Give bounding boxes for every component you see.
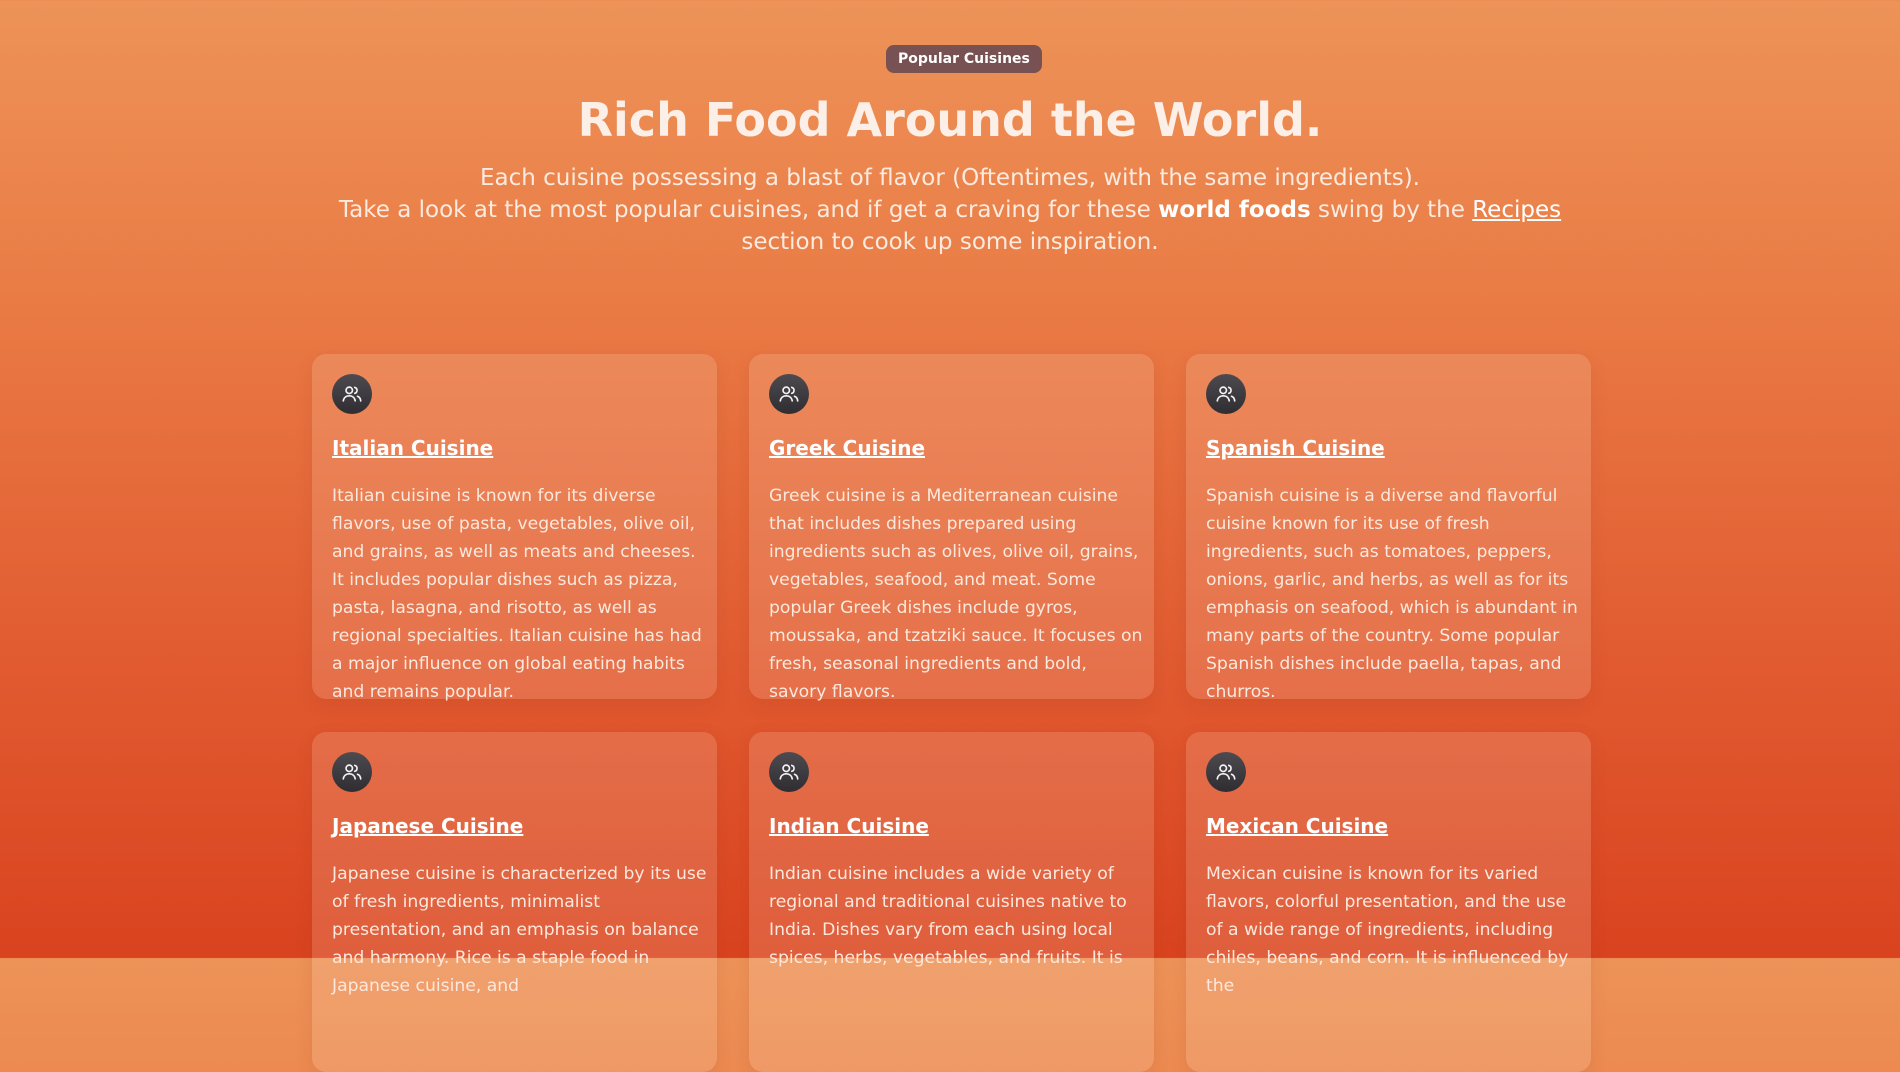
- section-badge: Popular Cuisines: [886, 45, 1042, 73]
- cuisine-title-japanese[interactable]: Japanese Cuisine: [332, 812, 523, 840]
- subtitle-text-2: swing by the: [1310, 197, 1473, 223]
- cuisine-description-mexican: Mexican cuisine is known for its varied …: [1206, 864, 1569, 996]
- cuisine-title-spanish[interactable]: Spanish Cuisine: [1206, 434, 1385, 462]
- page-title: Rich Food Around the World.: [577, 93, 1323, 147]
- cuisine-card-japanese: Japanese Cuisine Japanese cuisine is cha…: [312, 732, 717, 1072]
- subtitle-line-1: Each cuisine possessing a blast of flavo…: [480, 165, 1420, 191]
- cuisine-card-indian: Indian Cuisine Indian cuisine includes a…: [749, 732, 1154, 1072]
- cuisine-description-greek: Greek cuisine is a Mediterranean cuisine…: [769, 486, 1143, 702]
- cuisine-card-italian: Italian Cuisine Italian cuisine is known…: [312, 354, 717, 702]
- subtitle-text-1: Take a look at the most popular cuisines…: [338, 197, 1159, 223]
- cuisine-title-mexican[interactable]: Mexican Cuisine: [1206, 812, 1388, 840]
- users-icon: [332, 374, 372, 414]
- cuisine-card-spanish: Spanish Cuisine Spanish cuisine is a div…: [1186, 354, 1591, 702]
- cuisine-title-indian[interactable]: Indian Cuisine: [769, 812, 929, 840]
- users-icon: [332, 752, 372, 792]
- cuisine-description-spanish: Spanish cuisine is a diverse and flavorf…: [1206, 486, 1578, 702]
- cuisine-title-italian[interactable]: Italian Cuisine: [332, 434, 493, 462]
- cuisine-card-greek: Greek Cuisine Greek cuisine is a Mediter…: [749, 354, 1154, 702]
- cuisine-card-mexican: Mexican Cuisine Mexican cuisine is known…: [1186, 732, 1591, 1072]
- cuisine-description-japanese: Japanese cuisine is characterized by its…: [332, 864, 707, 996]
- users-icon: [769, 374, 809, 414]
- cuisine-description-indian: Indian cuisine includes a wide variety o…: [769, 864, 1127, 968]
- users-icon: [1206, 752, 1246, 792]
- recipes-link[interactable]: Recipes: [1472, 197, 1561, 223]
- subtitle-text-3: section to cook up some inspiration.: [741, 229, 1159, 255]
- page-subtitle: Each cuisine possessing a blast of flavo…: [310, 162, 1590, 258]
- page: Popular Cuisines Rich Food Around the Wo…: [0, 0, 1900, 1072]
- users-icon: [769, 752, 809, 792]
- cuisine-description-italian: Italian cuisine is known for its diverse…: [332, 486, 702, 702]
- cuisine-title-greek[interactable]: Greek Cuisine: [769, 434, 925, 462]
- users-icon: [1206, 374, 1246, 414]
- subtitle-emphasis: world foods: [1158, 197, 1311, 223]
